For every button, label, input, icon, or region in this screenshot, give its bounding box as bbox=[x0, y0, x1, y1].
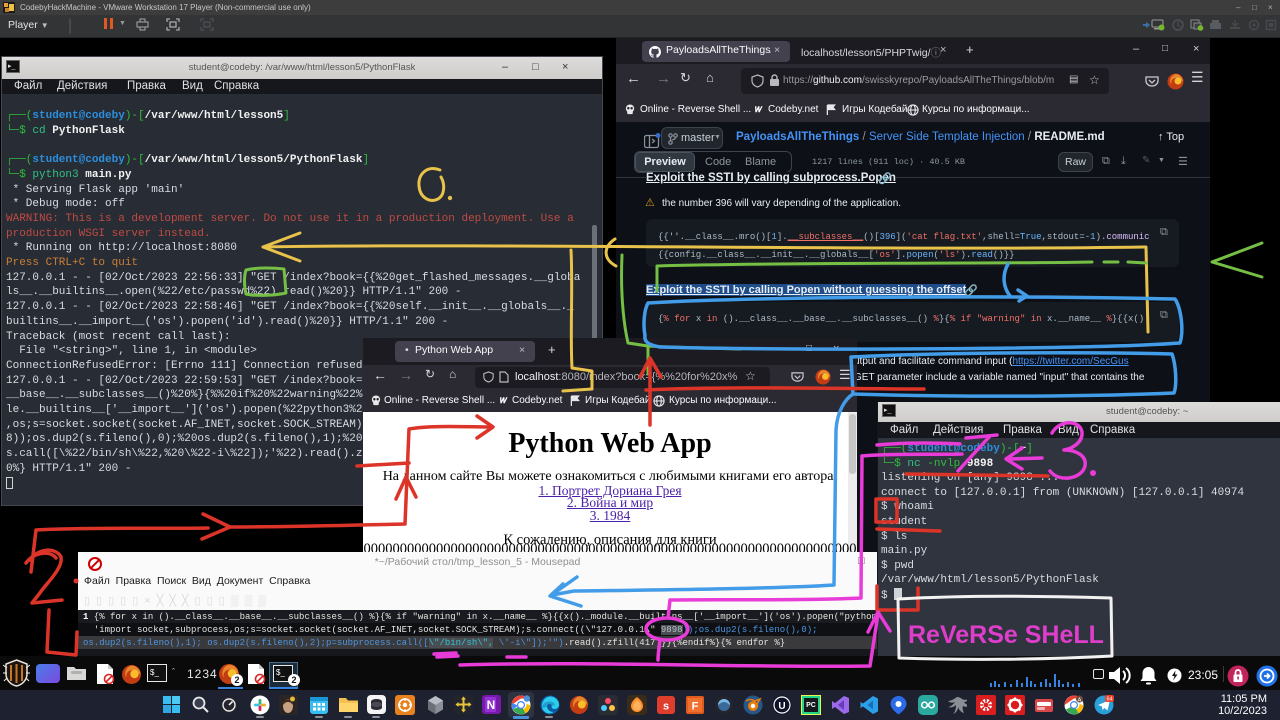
svg-text:ReVeRSe SHeLL: ReVeRSe SHeLL bbox=[908, 621, 1104, 649]
